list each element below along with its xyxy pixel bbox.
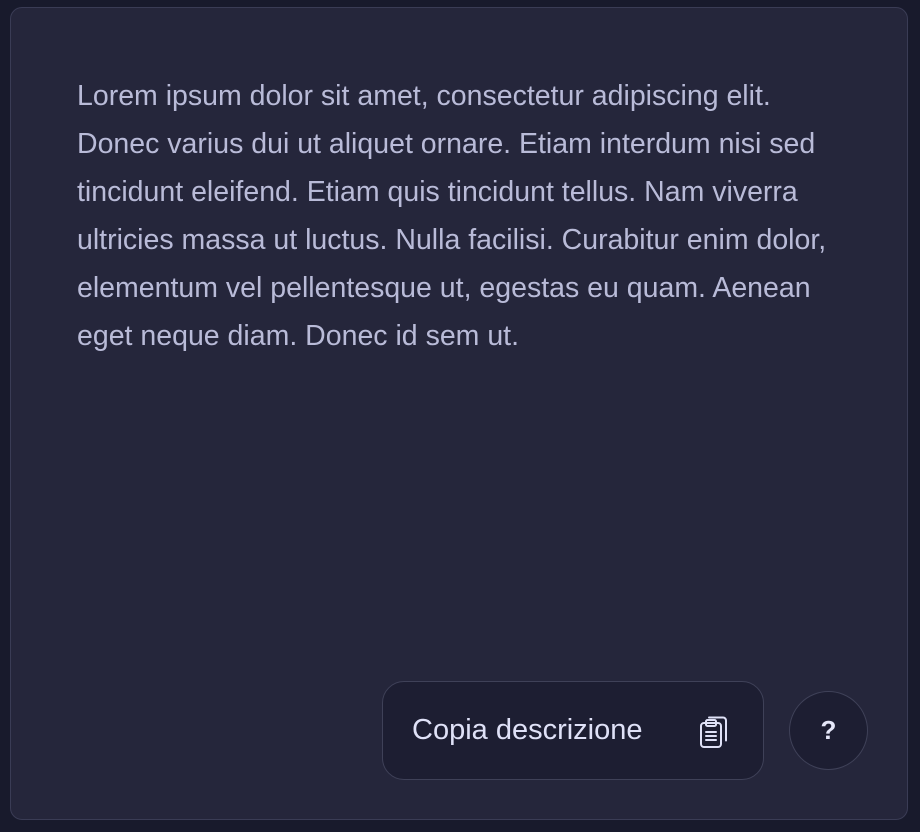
description-text: Lorem ipsum dolor sit amet, consectetur … xyxy=(77,80,827,352)
copy-description-label: Copia descrizione xyxy=(412,714,643,746)
help-button[interactable]: ? xyxy=(789,691,868,770)
copy-description-button[interactable]: Copia descrizione xyxy=(382,681,764,780)
clipboard-icon xyxy=(698,715,730,749)
description-card: Lorem ipsum dolor sit amet, consectetur … xyxy=(10,7,908,820)
help-label: ? xyxy=(820,715,837,745)
